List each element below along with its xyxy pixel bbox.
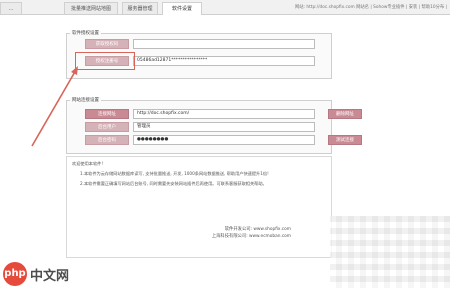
url-input[interactable]: http://doc.shopfix.com/ — [133, 109, 315, 119]
tab-first[interactable]: … — [0, 2, 22, 14]
header-note: 网站: http://doc.shopfix.com 网站名 | Sohow专业… — [294, 5, 447, 10]
tab-server[interactable]: 服务器管理 — [122, 2, 158, 14]
notes-signature-2: 上海科技有限公司: www.ecmoban.com — [211, 234, 291, 239]
watermark-text: 中文网 — [30, 268, 70, 284]
delete-url-button[interactable]: 删除网址 — [328, 109, 362, 119]
url-label-button[interactable]: 连接网址 — [85, 109, 129, 119]
highlight-box — [75, 52, 135, 70]
tab-batch-push[interactable]: 批量推送网站地图 — [64, 2, 118, 14]
watermark-logo-icon: php — [3, 262, 27, 286]
notes-intro: 欢迎使用本软件! — [72, 161, 103, 166]
auth-code-field[interactable]: 05486ad12871**************** — [133, 56, 315, 66]
pass-label-button[interactable]: 后台密码 — [85, 135, 129, 145]
tab-bar: … 批量推送网站地图 服务器管理 软件设置 网站: http://doc.sho… — [0, 0, 450, 15]
test-connection-button[interactable]: 测试连接 — [328, 135, 362, 145]
machine-code-field[interactable] — [133, 39, 315, 49]
user-input[interactable]: 管理员 — [133, 122, 315, 132]
notes-line2: 2.本软件需要正确填写网站后台账号, 同时需要先安装网站插件后再使用。可联系客服… — [80, 181, 267, 186]
notes-line1: 1.本软件为云存储网站数据库读写, 支持批量推送, 开发, 1000条网站数据推… — [80, 171, 269, 176]
pixelated-area — [330, 216, 450, 288]
auth-panel-title: 软件授权设置 — [70, 30, 101, 36]
site-panel-title: 网站连接设置 — [70, 97, 101, 103]
notes-signature-1: 软件开发公司: www.shopfix.com — [224, 227, 291, 232]
get-code-button[interactable]: 获取授权码 — [85, 39, 129, 49]
tab-settings[interactable]: 软件设置 — [162, 2, 202, 15]
watermark: php 中文网 — [3, 262, 69, 286]
notes-area: 欢迎使用本软件! 1.本软件为云存储网站数据库读写, 支持批量推送, 开发, 1… — [66, 156, 332, 258]
password-input[interactable]: ●●●●●●●● — [133, 135, 315, 145]
user-label-button[interactable]: 后台用户 — [85, 122, 129, 132]
